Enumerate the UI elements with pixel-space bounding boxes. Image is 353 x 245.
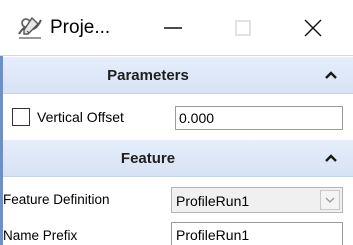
minimize-icon — [164, 27, 182, 29]
project-profile-icon — [18, 16, 42, 39]
close-icon — [304, 19, 322, 37]
parameters-section-header[interactable]: Parameters — [3, 57, 353, 94]
window-title: Proje... — [50, 17, 111, 38]
name-prefix-row: Name Prefix — [3, 220, 353, 245]
maximize-icon — [235, 20, 251, 36]
vertical-offset-checkbox[interactable] — [12, 108, 30, 126]
vertical-offset-row: Vertical Offset — [3, 95, 353, 140]
name-prefix-input[interactable] — [171, 222, 343, 245]
feature-definition-select[interactable]: ProfileRun1 — [171, 187, 343, 213]
dropdown-button[interactable] — [320, 190, 340, 210]
maximize-button[interactable] — [216, 0, 270, 56]
project-profile-window: Proje... Parameters Vertical Offset 0.00… — [0, 0, 353, 245]
parameters-section-title: Parameters — [107, 67, 189, 84]
chevron-down-icon — [325, 197, 335, 203]
close-button[interactable] — [286, 0, 340, 56]
feature-definition-label: Feature Definition — [3, 192, 110, 207]
feature-section-header[interactable]: Feature — [3, 140, 353, 177]
name-prefix-label: Name Prefix — [3, 228, 78, 243]
title-bar[interactable]: Proje... — [0, 0, 353, 56]
feature-definition-row: Feature Definition ProfileRun1 — [3, 184, 353, 214]
feature-section-title: Feature — [120, 150, 176, 167]
chevron-up-icon[interactable] — [323, 150, 339, 166]
vertical-offset-label: Vertical Offset — [37, 109, 124, 125]
chevron-up-icon[interactable] — [323, 67, 339, 83]
minimize-button[interactable] — [146, 0, 200, 56]
vertical-offset-input[interactable] — [175, 106, 343, 130]
feature-definition-value: ProfileRun1 — [176, 193, 250, 209]
